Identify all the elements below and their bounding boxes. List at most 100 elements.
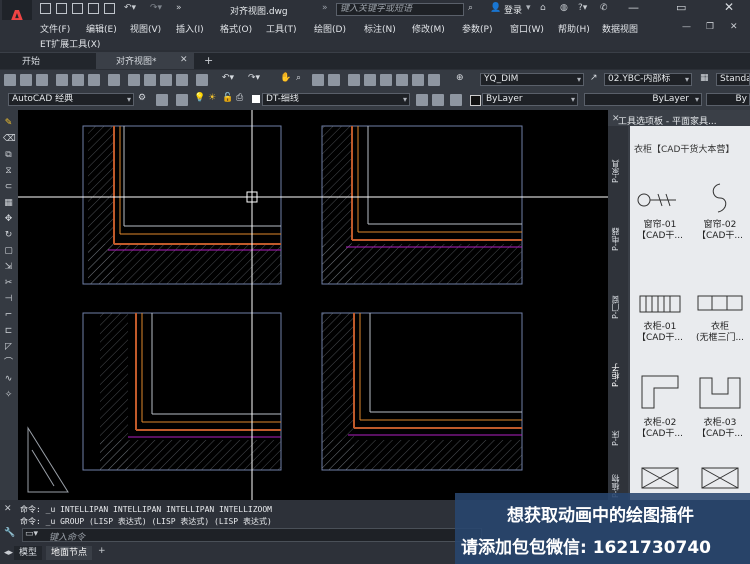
tab-model[interactable]: 模型 (14, 546, 42, 560)
layout-nav-icon[interactable]: ◂▸ (4, 548, 13, 558)
doc-restore-icon[interactable]: ❐ (706, 22, 714, 32)
menu-draw[interactable]: 绘图(D) (314, 22, 346, 35)
menu-modify[interactable]: 修改(M) (412, 22, 445, 35)
workspace-save-icon[interactable] (156, 94, 168, 106)
open-icon[interactable] (20, 74, 32, 86)
layer-properties-icon[interactable] (176, 94, 188, 106)
add-layout-icon[interactable]: + (98, 546, 106, 556)
zoom-realtime-icon[interactable]: ⌕ (296, 73, 301, 83)
plot-preview-icon[interactable] (72, 74, 84, 86)
join-icon[interactable]: ⊏ (3, 326, 14, 337)
store-icon[interactable]: ⌂ (540, 3, 546, 13)
redo-icon[interactable]: ↷▾ (150, 3, 162, 13)
make-current-icon[interactable] (416, 94, 428, 106)
minimize-icon[interactable]: — (628, 1, 639, 14)
tab-start[interactable]: 开始 (16, 55, 46, 69)
login-button[interactable]: 登录 (504, 3, 522, 16)
expand-icon[interactable]: » (322, 3, 328, 13)
menu-view[interactable]: 视图(V) (130, 22, 161, 35)
find-icon[interactable]: ⌕ (468, 3, 473, 13)
layer-select[interactable]: DT-细线 ▾ (262, 93, 410, 106)
block-editor-icon[interactable] (196, 74, 208, 86)
menu-insert[interactable]: 插入(I) (176, 22, 204, 35)
new-file-icon[interactable] (40, 3, 51, 14)
explode-icon[interactable]: ✧ (3, 390, 14, 401)
menu-et-tools[interactable]: ET扩展工具(X) (40, 37, 100, 50)
pan-icon[interactable]: ✋ (280, 73, 291, 83)
tab-layout[interactable]: 地面节点 (46, 546, 92, 560)
a360-icon[interactable]: ◍ (560, 3, 568, 13)
paste-icon[interactable] (160, 74, 172, 86)
move-icon[interactable]: ✥ (3, 214, 14, 225)
layer-thaw-icon[interactable]: ☀ (208, 93, 216, 103)
customize-icon[interactable]: 🔧 (4, 528, 15, 538)
save-icon[interactable] (72, 3, 83, 14)
linetype-select[interactable]: ByLayer ▾ (584, 93, 702, 106)
open-file-icon[interactable] (56, 3, 67, 14)
publish-icon[interactable] (88, 74, 100, 86)
menu-data-view[interactable]: 数据视图 (602, 22, 638, 35)
markup-icon[interactable] (412, 74, 424, 86)
palette-item-curtain-1[interactable]: 窗帘-01 【CAD干... (632, 180, 688, 250)
search-input[interactable]: 键入关键字或短语 (336, 3, 464, 16)
quickcalc-icon[interactable] (428, 74, 440, 86)
save-icon-2[interactable] (36, 74, 48, 86)
menu-help[interactable]: 帮助(H) (558, 22, 590, 35)
print-icon[interactable] (104, 3, 115, 14)
menu-format[interactable]: 格式(O) (220, 22, 252, 35)
dim-style-select[interactable]: YQ_DIM ▾ (480, 73, 584, 86)
offset-icon[interactable]: ⊂ (3, 182, 14, 193)
copy-icon[interactable] (144, 74, 156, 86)
palette-tab-furniture[interactable]: P-家具 (610, 146, 626, 196)
erase-icon[interactable]: ⌫ (3, 134, 16, 145)
more-icon[interactable]: » (176, 3, 182, 13)
menu-dimension[interactable]: 标注(N) (364, 22, 396, 35)
trim-icon[interactable]: ✂ (3, 278, 14, 289)
palette-item-wardrobe-doors[interactable]: 衣柜 (无框三门... (692, 288, 748, 358)
cut-icon[interactable] (128, 74, 140, 86)
user-icon[interactable]: 👤 (490, 3, 501, 13)
match-properties-icon[interactable] (176, 74, 188, 86)
stretch-icon[interactable]: ⇲ (3, 262, 14, 273)
command-input[interactable]: ▭▾ 键入命令 (22, 528, 482, 543)
close-icon[interactable]: ✕ (724, 0, 734, 14)
design-center-icon[interactable] (364, 74, 376, 86)
menu-file[interactable]: 文件(F) (40, 22, 70, 35)
extend-icon[interactable]: ⊣ (3, 294, 14, 305)
command-close-icon[interactable]: ✕ (4, 504, 12, 514)
menu-tools[interactable]: 工具(T) (266, 22, 297, 35)
copy-object-icon[interactable]: ⧉ (3, 150, 14, 161)
palette-item-curtain-2[interactable]: 窗帘-02 【CAD干... (692, 180, 748, 250)
color-select[interactable]: ByLayer ▾ (482, 93, 578, 106)
properties-icon[interactable] (348, 74, 360, 86)
doc-close-icon[interactable]: ✕ (730, 22, 738, 32)
blend-icon[interactable]: ∿ (3, 374, 14, 385)
fillet-icon[interactable]: ⌒ (3, 358, 14, 369)
communication-icon[interactable]: ✆ (600, 3, 608, 13)
drawing-canvas[interactable] (18, 110, 608, 500)
login-dropdown-icon[interactable]: ▾ (526, 3, 531, 13)
zoom-previous-icon[interactable] (328, 74, 340, 86)
menu-window[interactable]: 窗口(W) (510, 22, 544, 35)
menu-parametric[interactable]: 参数(P) (462, 22, 492, 35)
rotate-icon[interactable]: ↻ (3, 230, 14, 241)
text-style-select[interactable]: 02.YBC-内部标 ▾ (604, 73, 692, 86)
new-tab-icon[interactable]: + (204, 54, 213, 67)
palette-item-wardrobe-3[interactable]: 衣柜-03 【CAD干... (692, 372, 748, 442)
tab-close-icon[interactable]: ✕ (180, 55, 188, 65)
palette-tab-doors[interactable]: P-门窗 (610, 282, 626, 332)
print-icon-2[interactable] (56, 74, 68, 86)
undo-icon[interactable]: ↶▾ (124, 3, 136, 13)
mirror-icon[interactable]: ⧖ (3, 166, 14, 177)
zoom-window-icon[interactable] (312, 74, 324, 86)
layer-states-icon[interactable] (450, 94, 462, 106)
save-as-icon[interactable] (88, 3, 99, 14)
sheet-set-icon[interactable] (396, 74, 408, 86)
scale-icon[interactable]: ▢ (3, 246, 14, 257)
tool-palettes-icon[interactable] (380, 74, 392, 86)
palette-tab-cabinet[interactable]: P-柜子 (610, 350, 626, 400)
layer-on-icon[interactable]: 💡 (194, 93, 205, 103)
palette-tab-bed[interactable]: P-床 (610, 418, 626, 458)
workspace-settings-icon[interactable]: ⚙ (138, 93, 146, 103)
table-style-select[interactable]: Standa (716, 73, 750, 86)
